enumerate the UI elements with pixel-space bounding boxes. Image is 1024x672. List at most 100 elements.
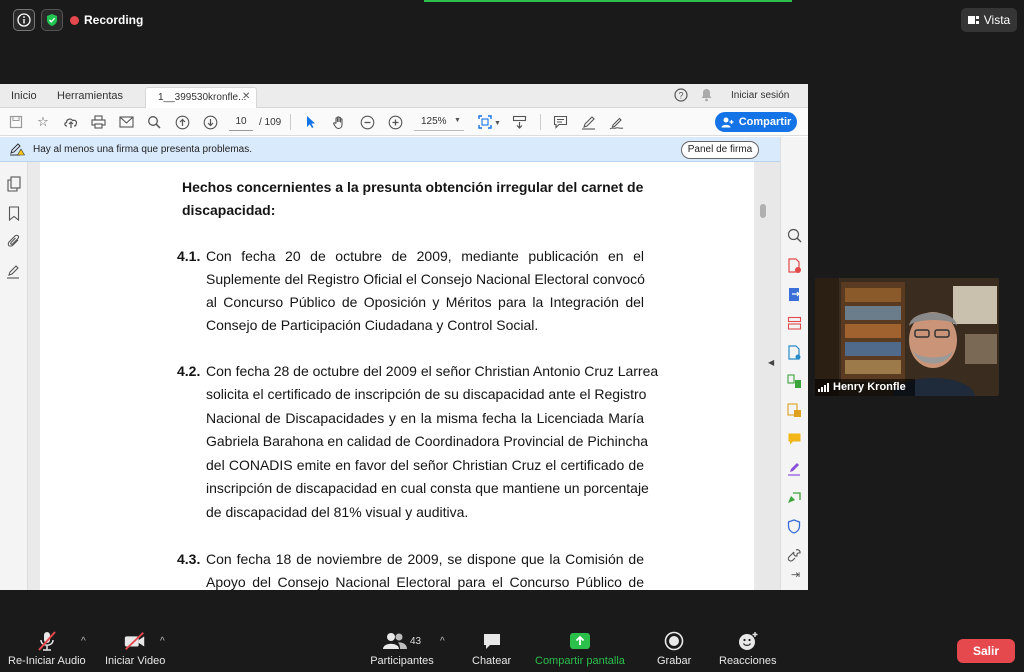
participant-name-tag: Henry Kronfle xyxy=(815,379,915,396)
bookmarks-icon[interactable] xyxy=(8,206,20,226)
page-total: / 109 xyxy=(259,117,282,128)
participants-icon-group: 43 xyxy=(368,630,436,652)
paragraph-line: Con fecha 18 de noviembre de 2009, se di… xyxy=(206,551,644,567)
reaction-smiley-icon xyxy=(736,630,760,652)
toolbar-divider xyxy=(540,114,541,130)
tab-document-label: 1__399530kronfle... xyxy=(158,92,247,103)
connection-signal-icon xyxy=(818,383,829,392)
scroll-mode-icon[interactable] xyxy=(511,114,527,130)
toolbar-divider xyxy=(290,114,291,130)
zoom-top-bar xyxy=(0,0,1024,40)
protect-shield-icon[interactable] xyxy=(787,519,801,539)
paragraph-line: de discapacidad del 81% visual y auditiv… xyxy=(206,504,469,520)
comment-tool-icon[interactable] xyxy=(787,432,802,451)
video-button[interactable]: Iniciar Video xyxy=(105,630,165,667)
add-user-icon xyxy=(721,117,734,127)
leave-meeting-button[interactable]: Salir xyxy=(957,639,1015,663)
search-icon[interactable] xyxy=(146,114,162,130)
page-number-input[interactable]: 10 xyxy=(229,113,253,131)
select-cursor-icon[interactable] xyxy=(303,114,319,130)
hand-tool-icon[interactable] xyxy=(331,114,347,130)
paragraph-number: 4.3. xyxy=(177,551,201,567)
recording-label: Recording xyxy=(84,13,144,27)
create-pdf-icon[interactable] xyxy=(787,258,802,279)
reactions-button-label: Reacciones xyxy=(719,655,777,667)
share-screen-icon xyxy=(568,630,592,652)
bookmark-star-icon[interactable]: ☆ xyxy=(35,114,51,130)
more-tools-icon[interactable] xyxy=(787,548,802,568)
chat-bubble-icon xyxy=(480,630,504,652)
reactions-button[interactable]: Reacciones xyxy=(719,630,776,667)
paragraph-line: Con fecha 28 de octubre del 2009 el seño… xyxy=(206,363,659,379)
paragraph-line: del CONADIS emite en favor del señor Chr… xyxy=(206,457,644,473)
close-tab-icon[interactable]: ✕ xyxy=(242,91,250,102)
acrobat-tab-bar: Inicio Herramientas 1__399530kronfle... … xyxy=(0,84,808,108)
signin-link[interactable]: Iniciar sesión xyxy=(731,90,789,101)
fit-dropdown-caret-icon[interactable]: ▼ xyxy=(494,120,501,127)
create-form-icon[interactable] xyxy=(787,345,802,366)
zoom-in-icon[interactable] xyxy=(387,114,403,130)
right-tools-rail: ⇥ xyxy=(780,137,808,590)
attachments-paperclip-icon[interactable] xyxy=(7,234,21,254)
record-button[interactable]: Grabar xyxy=(657,630,691,667)
save-icon[interactable] xyxy=(8,114,24,130)
zoom-out-icon[interactable] xyxy=(359,114,375,130)
collapse-tools-pane-icon[interactable]: ⇥ xyxy=(791,568,800,581)
tab-document[interactable]: 1__399530kronfle... ✕ xyxy=(145,87,257,108)
edit-pdf-icon[interactable] xyxy=(787,316,802,336)
acrobat-window: Inicio Herramientas 1__399530kronfle... … xyxy=(0,84,808,590)
view-button-label: Vista xyxy=(983,13,1011,27)
paragraph-line: Nacional de Discapacidades y en la misma… xyxy=(206,410,644,426)
audio-button[interactable]: Re-Iniciar Audio xyxy=(8,630,86,667)
document-heading-line: discapacidad: xyxy=(182,202,276,218)
audio-options-caret-icon[interactable]: ^ xyxy=(81,636,86,647)
zoom-level-select[interactable]: 125% ▼ xyxy=(414,113,464,131)
fill-sign-icon[interactable] xyxy=(787,461,802,481)
vertical-scrollbar[interactable] xyxy=(756,162,780,590)
video-button-label: Iniciar Video xyxy=(105,655,166,667)
tab-tools[interactable]: Herramientas xyxy=(57,90,123,102)
help-icon[interactable]: ? xyxy=(674,88,688,105)
zoom-search-tool-icon[interactable] xyxy=(787,228,802,248)
cloud-upload-icon[interactable] xyxy=(63,114,79,130)
share-screen-button[interactable]: Compartir pantalla xyxy=(535,630,625,667)
view-button[interactable]: Vista xyxy=(961,8,1017,32)
security-shield-icon[interactable] xyxy=(41,9,63,31)
send-for-signature-icon[interactable] xyxy=(787,490,802,510)
notifications-bell-icon[interactable] xyxy=(700,88,713,105)
zoom-dropdown-caret-icon: ▼ xyxy=(454,117,461,124)
print-icon[interactable] xyxy=(90,114,106,130)
fit-page-icon[interactable] xyxy=(477,114,493,130)
participants-button[interactable]: 43 Participantes xyxy=(368,630,436,667)
page-up-icon[interactable] xyxy=(174,114,190,130)
participants-options-caret-icon[interactable]: ^ xyxy=(440,636,445,647)
paragraph-number: 4.1. xyxy=(177,248,201,264)
paragraph-number: 4.2. xyxy=(177,363,201,379)
paragraph-line: solicita el certificado de inscripción d… xyxy=(206,386,647,402)
pages-thumbnail-icon[interactable] xyxy=(7,176,21,197)
video-options-caret-icon[interactable]: ^ xyxy=(160,636,165,647)
email-icon[interactable] xyxy=(118,114,134,130)
share-button[interactable]: Compartir xyxy=(715,112,797,132)
scrollbar-thumb[interactable] xyxy=(760,204,766,218)
signatures-panel-icon[interactable] xyxy=(6,264,22,284)
recording-dot-icon xyxy=(70,15,79,25)
paragraph-line: Apoyo del Consejo Nacional Electoral par… xyxy=(206,574,644,590)
participant-name: Henry Kronfle xyxy=(833,381,906,393)
signature-panel-button[interactable]: Panel de firma xyxy=(681,141,759,159)
left-navigation-rail: ◀ xyxy=(0,162,36,590)
recording-indicator[interactable]: Recording xyxy=(70,9,143,31)
organize-pages-icon[interactable] xyxy=(787,403,802,423)
export-pdf-icon[interactable] xyxy=(787,287,802,308)
highlight-pen-icon[interactable] xyxy=(580,114,596,130)
people-icon xyxy=(382,633,407,649)
comment-icon[interactable] xyxy=(552,114,568,130)
combine-files-icon[interactable] xyxy=(787,374,802,394)
sign-pen-icon[interactable] xyxy=(608,114,624,130)
info-icon[interactable] xyxy=(13,9,35,31)
record-button-label: Grabar xyxy=(657,655,692,667)
chat-button[interactable]: Chatear xyxy=(472,630,511,667)
tab-home[interactable]: Inicio xyxy=(11,90,37,102)
collapse-right-panel-icon[interactable]: ◀ xyxy=(768,358,774,367)
page-down-icon[interactable] xyxy=(202,114,218,130)
